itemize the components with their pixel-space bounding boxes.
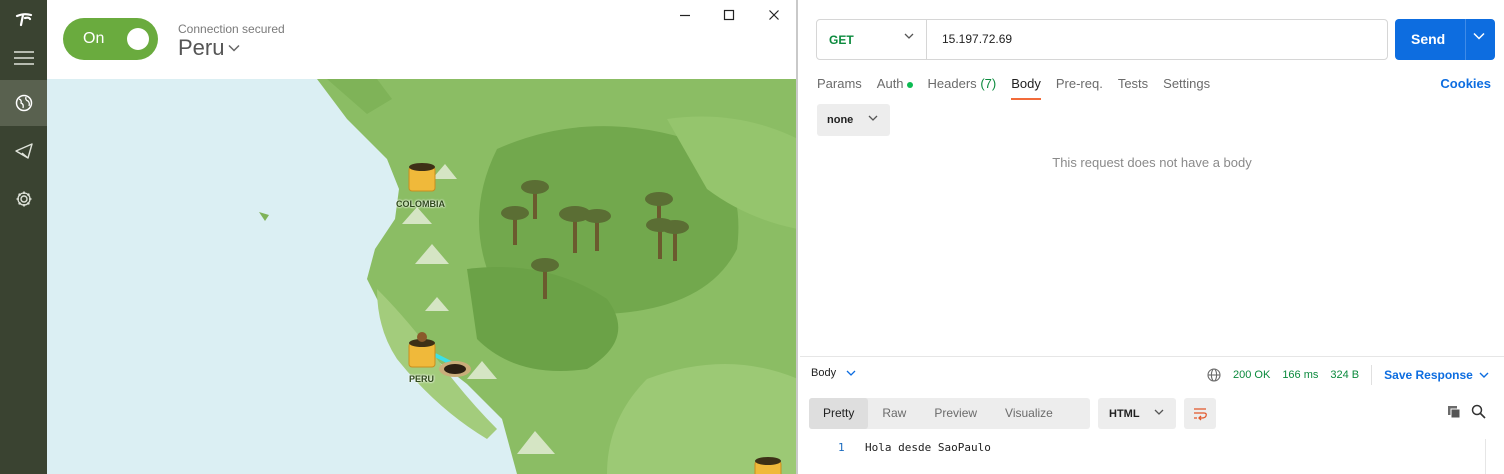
tunnelbear-header: On Connection secured Peru bbox=[47, 0, 796, 79]
country-selector[interactable]: Peru bbox=[178, 35, 241, 61]
response-section-label: Body bbox=[811, 367, 837, 379]
format-select[interactable]: HTML bbox=[1098, 398, 1176, 429]
body-type-select[interactable]: none bbox=[817, 104, 890, 136]
method-label: GET bbox=[829, 32, 854, 47]
wrap-lines-button[interactable] bbox=[1184, 398, 1216, 429]
tab-params[interactable]: Params bbox=[817, 76, 862, 100]
screen: On Connection secured Peru COLOMBIA PERU… bbox=[0, 0, 1504, 474]
response-panel: Body 200 OK 166 ms 324 B Save Response P… bbox=[800, 356, 1504, 474]
response-section-selector[interactable]: Body bbox=[811, 367, 856, 379]
chevron-down-icon bbox=[846, 370, 856, 376]
gear-icon[interactable] bbox=[0, 176, 47, 222]
no-body-message: This request does not have a body bbox=[1052, 155, 1252, 170]
postman-pane: GET 15.197.72.69 Send Params Auth Header… bbox=[800, 0, 1504, 474]
view-tab-pretty[interactable]: Pretty bbox=[809, 398, 869, 429]
tunnelbear-sidebar bbox=[0, 0, 47, 474]
view-tab-preview[interactable]: Preview bbox=[920, 398, 991, 429]
format-value: HTML bbox=[1109, 408, 1140, 420]
send-button[interactable]: Send bbox=[1395, 19, 1495, 60]
search-icon[interactable] bbox=[1471, 404, 1486, 419]
send-divider bbox=[1465, 19, 1466, 60]
request-tabs: Params Auth Headers (7) Body Pre-req. Te… bbox=[817, 76, 1210, 100]
response-view-tabs: Pretty Raw Preview Visualize bbox=[809, 398, 1090, 429]
save-response-button[interactable]: Save Response bbox=[1384, 368, 1489, 382]
copy-icon[interactable] bbox=[1447, 405, 1461, 419]
tab-body[interactable]: Body bbox=[1011, 76, 1041, 100]
connection-status: Connection secured bbox=[178, 22, 285, 36]
tab-headers[interactable]: Headers (7) bbox=[928, 76, 997, 100]
cookies-link[interactable]: Cookies bbox=[1440, 76, 1491, 91]
view-tab-visualize[interactable]: Visualize bbox=[991, 398, 1067, 429]
country-name: Peru bbox=[178, 35, 225, 60]
response-size[interactable]: 324 B bbox=[1330, 369, 1359, 381]
send-label: Send bbox=[1411, 31, 1446, 47]
vpn-toggle-label: On bbox=[83, 30, 105, 47]
tab-settings[interactable]: Settings bbox=[1163, 76, 1210, 100]
vpn-toggle[interactable]: On bbox=[63, 18, 158, 60]
divider bbox=[1371, 365, 1373, 385]
tunnelbear-logo-icon bbox=[0, 0, 47, 40]
status-code[interactable]: 200 OK bbox=[1233, 369, 1270, 381]
view-tab-raw[interactable]: Raw bbox=[868, 398, 920, 429]
response-time[interactable]: 166 ms bbox=[1282, 369, 1318, 381]
vpn-toggle-knob bbox=[127, 28, 149, 50]
chevron-down-icon bbox=[228, 44, 241, 52]
line-number: 1 bbox=[838, 441, 845, 454]
chevron-down-icon bbox=[1479, 372, 1489, 378]
scrollbar[interactable] bbox=[1485, 439, 1504, 474]
body-type-value: none bbox=[827, 114, 854, 126]
url-input[interactable]: 15.197.72.69 bbox=[942, 32, 1012, 46]
map-label-colombia[interactable]: COLOMBIA bbox=[396, 199, 445, 209]
world-map[interactable]: COLOMBIA PERU bbox=[47, 79, 796, 474]
response-meta: 200 OK 166 ms 324 B Save Response bbox=[1207, 365, 1489, 385]
request-url-bar: GET 15.197.72.69 bbox=[816, 19, 1388, 60]
code-line: Hola desde SaoPaulo bbox=[865, 441, 991, 454]
map-terrain bbox=[259, 79, 796, 474]
minimize-icon[interactable] bbox=[674, 4, 696, 26]
wrap-lines-icon bbox=[1194, 407, 1207, 420]
chevron-down-icon bbox=[1154, 409, 1164, 415]
tab-prereq[interactable]: Pre-req. bbox=[1056, 76, 1103, 100]
share-icon[interactable] bbox=[0, 128, 47, 174]
globe-icon[interactable] bbox=[1207, 368, 1221, 382]
tunnelbear-window: On Connection secured Peru COLOMBIA PERU bbox=[0, 0, 798, 474]
chevron-down-icon bbox=[868, 115, 878, 121]
tab-auth[interactable]: Auth bbox=[877, 76, 913, 100]
method-selector[interactable]: GET bbox=[817, 20, 927, 59]
maximize-icon[interactable] bbox=[718, 4, 740, 26]
chevron-down-icon bbox=[904, 33, 914, 39]
save-response-label: Save Response bbox=[1384, 368, 1473, 382]
menu-icon[interactable] bbox=[0, 35, 47, 81]
headers-count: (7) bbox=[980, 76, 997, 91]
map-label-peru[interactable]: PERU bbox=[409, 374, 434, 384]
globe-icon[interactable] bbox=[0, 80, 47, 126]
chevron-down-icon[interactable] bbox=[1473, 32, 1485, 40]
tab-tests[interactable]: Tests bbox=[1118, 76, 1148, 100]
close-icon[interactable] bbox=[763, 4, 785, 26]
auth-status-dot bbox=[906, 81, 913, 88]
